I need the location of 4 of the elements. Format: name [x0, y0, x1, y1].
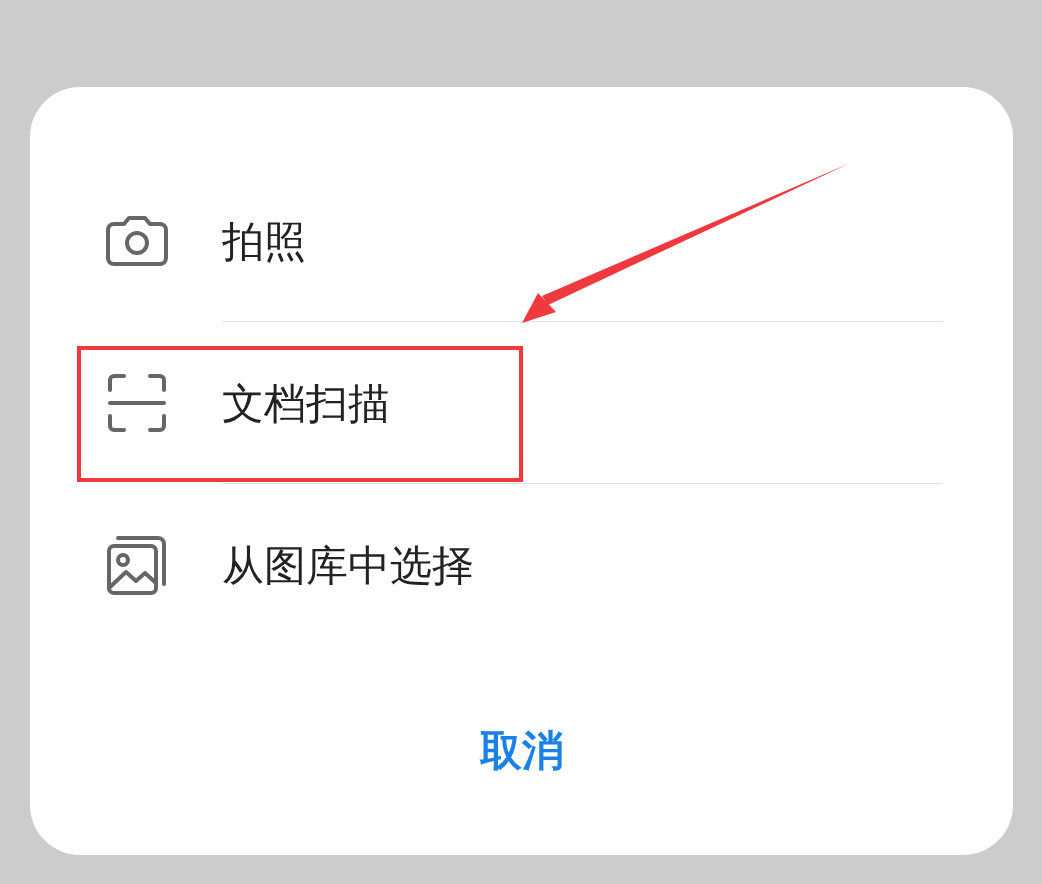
sheet-option[interactable]: 拍照 [30, 160, 1013, 323]
sheet-option[interactable]: 从图库中选择 [30, 484, 1013, 647]
cancel-button[interactable]: 取消 [30, 646, 1013, 855]
sheet-option[interactable]: 文档扫描 [30, 322, 1013, 485]
